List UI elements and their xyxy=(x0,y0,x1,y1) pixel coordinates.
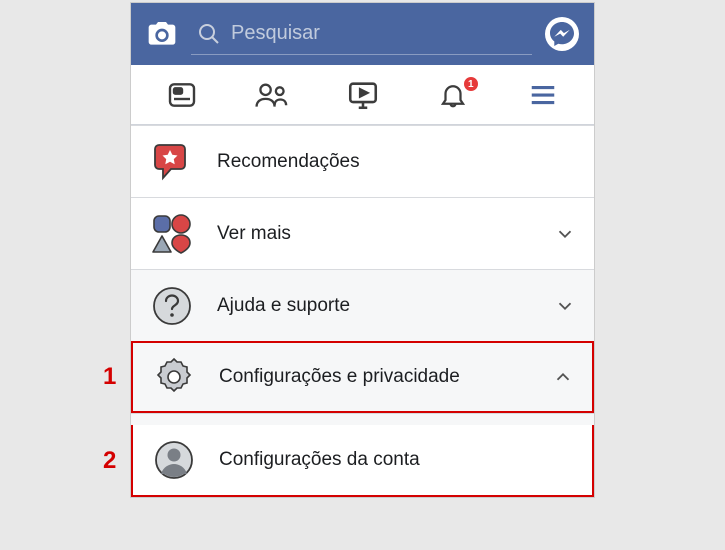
menu-label: Ver mais xyxy=(217,223,532,245)
menu-item-help[interactable]: Ajuda e suporte xyxy=(131,269,594,341)
tab-bar: 1 xyxy=(131,65,594,125)
camera-icon xyxy=(146,18,178,50)
notification-badge: 1 xyxy=(462,75,480,93)
menu-label: Configurações da conta xyxy=(219,449,574,471)
menu-item-account-settings[interactable]: Configurações da conta xyxy=(131,425,594,497)
search-field[interactable] xyxy=(191,13,532,55)
feed-icon xyxy=(166,79,198,111)
gear-icon xyxy=(151,354,197,400)
friends-icon xyxy=(254,79,290,111)
menu-item-settings-privacy[interactable]: Configurações e privacidade xyxy=(131,341,594,413)
annotation-2: 2 xyxy=(103,447,116,475)
chevron-up-icon xyxy=(552,366,574,388)
tab-notifications[interactable]: 1 xyxy=(408,65,498,124)
top-bar xyxy=(131,3,594,65)
annotation-1: 1 xyxy=(103,363,116,391)
menu-label: Configurações e privacidade xyxy=(219,366,530,388)
watch-icon xyxy=(346,78,380,112)
messenger-icon xyxy=(544,16,580,52)
menu-item-recommendations[interactable]: Recomendações xyxy=(131,125,594,197)
tab-feed[interactable] xyxy=(137,65,227,124)
tab-watch[interactable] xyxy=(317,65,407,124)
search-input[interactable] xyxy=(231,22,526,45)
chevron-down-icon xyxy=(554,295,576,317)
help-icon xyxy=(149,283,195,329)
account-icon xyxy=(151,437,197,483)
search-icon xyxy=(197,22,221,46)
see-more-icon xyxy=(149,211,195,257)
menu-label: Ajuda e suporte xyxy=(217,295,532,317)
recommendations-icon xyxy=(149,139,195,185)
menu-list: Recomendações Ver mais xyxy=(131,125,594,497)
menu-item-see-more[interactable]: Ver mais xyxy=(131,197,594,269)
messenger-button[interactable] xyxy=(542,14,582,54)
tab-friends[interactable] xyxy=(227,65,317,124)
menu-label: Recomendações xyxy=(217,151,576,173)
app-frame: 1 Recomendações xyxy=(130,2,595,498)
camera-button[interactable] xyxy=(143,15,181,53)
tab-menu[interactable] xyxy=(498,65,588,124)
hamburger-icon xyxy=(528,80,558,110)
chevron-down-icon xyxy=(554,223,576,245)
